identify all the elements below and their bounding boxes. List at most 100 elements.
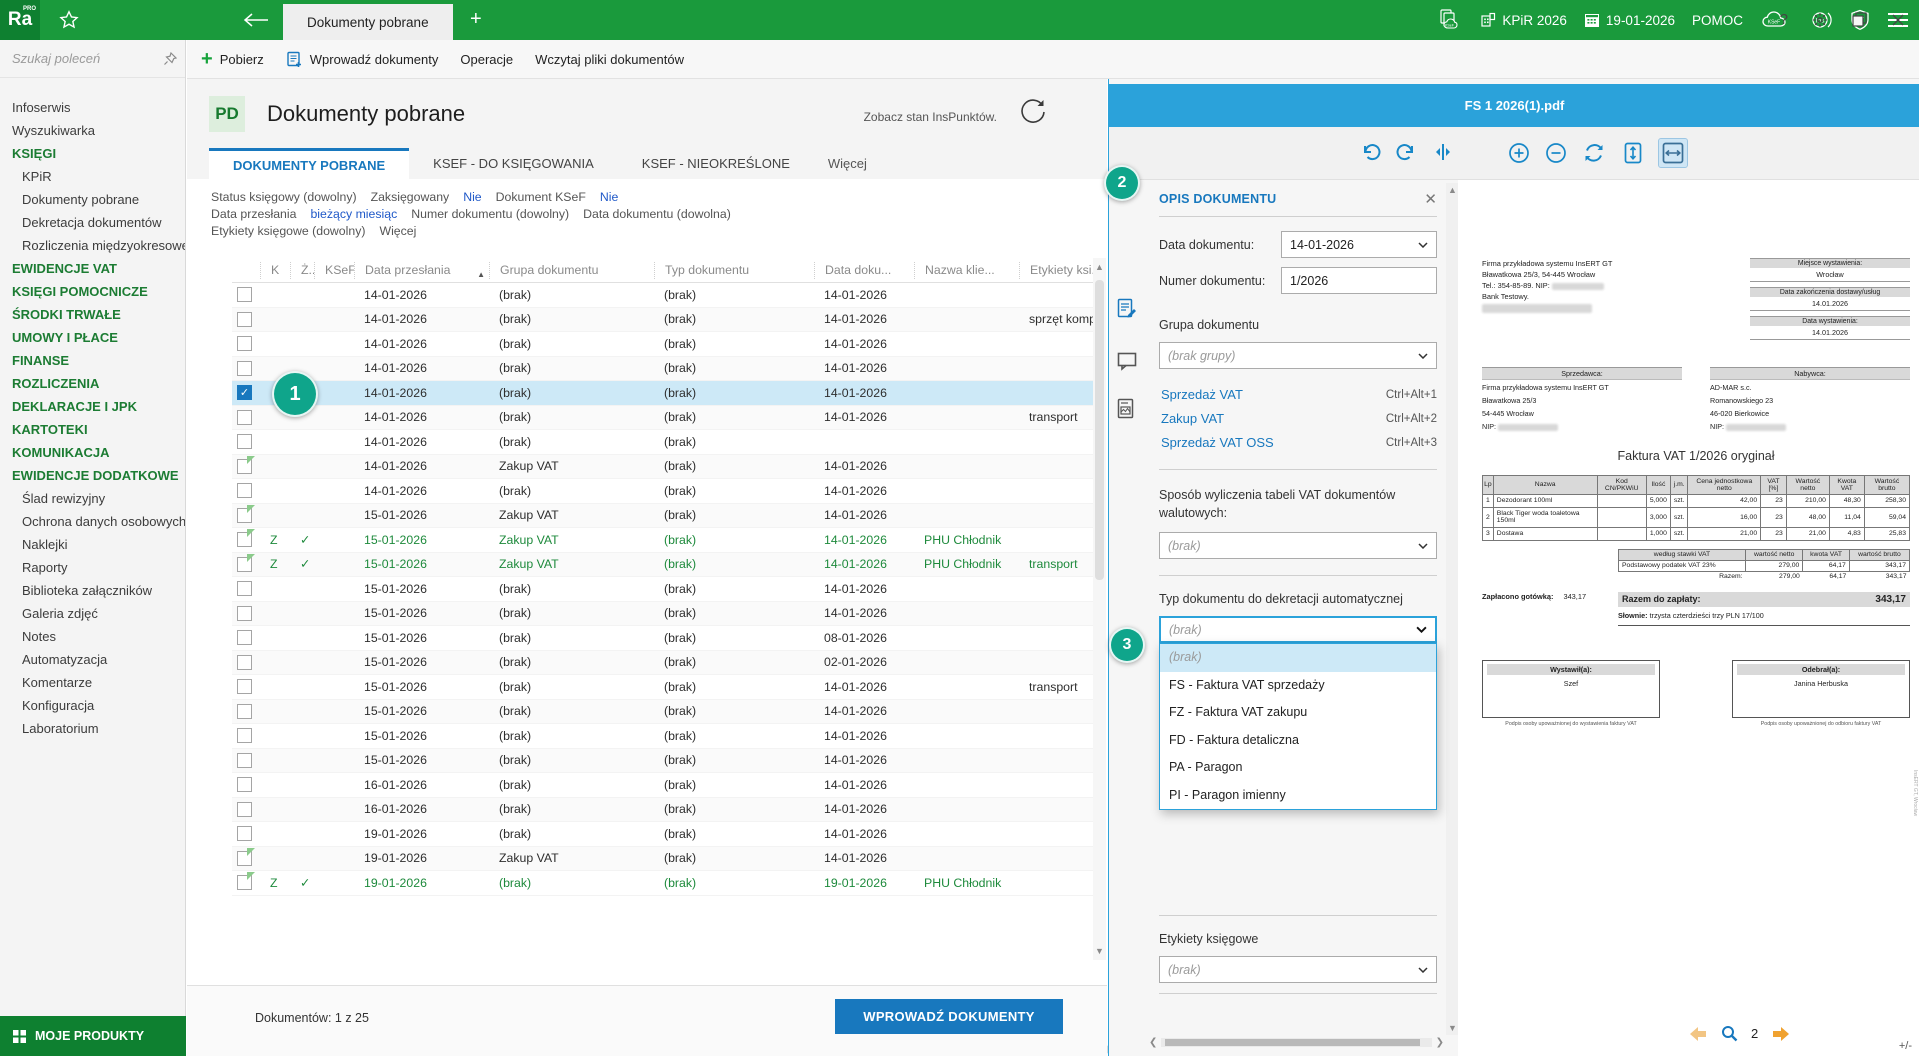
group-link[interactable]: Sprzedaż VAT (1161, 383, 1243, 407)
sidebar-item-komentarze[interactable]: Komentarze (12, 671, 185, 694)
sidebar-item-naklejki[interactable]: Naklejki (12, 533, 185, 556)
table-row[interactable]: 14-01-2026(brak)(brak)14-01-2026 (232, 357, 1094, 382)
enter-documents-primary-button[interactable]: WPROWADŹ DOKUMENTY (835, 999, 1063, 1034)
sidebar-item-umowy-i-płace[interactable]: UMOWY I PŁACE (12, 326, 185, 349)
group-combo[interactable]: (brak grupy) (1159, 342, 1437, 369)
sidebar-item-automatyzacja[interactable]: Automatyzacja (12, 648, 185, 671)
restore-window-icon[interactable] (1852, 12, 1867, 27)
work-date-menu[interactable]: 19-01-2026 (1584, 12, 1675, 28)
table-row[interactable]: 19-01-2026Zakup VAT(brak)14-01-2026 (232, 847, 1094, 872)
ledger-labels-combo[interactable]: (brak) (1159, 956, 1437, 983)
next-page-icon[interactable] (1771, 1027, 1789, 1041)
form-horizontal-scrollbar[interactable]: ❮❯ (1149, 1036, 1444, 1049)
table-row[interactable]: 15-01-2026Zakup VAT(brak)14-01-2026 (232, 504, 1094, 529)
document-tab[interactable]: Dokumenty pobrane (283, 4, 453, 40)
sidebar-item-komunikacja[interactable]: KOMUNIKACJA (12, 441, 185, 464)
table-row[interactable]: 19-01-2026(brak)(brak)14-01-2026 (232, 822, 1094, 847)
page-search-icon[interactable] (1721, 1025, 1738, 1042)
sidebar-item-ślad-rewizyjny[interactable]: Ślad rewizyjny (12, 487, 185, 510)
enter-documents-button[interactable]: Wprowadź dokumenty (286, 51, 439, 68)
table-row[interactable]: 14-01-2026Zakup VAT(brak)14-01-2026 (232, 455, 1094, 480)
company-menu[interactable]: KPiR 2026 (1480, 12, 1567, 28)
document-date-combo[interactable]: 14-01-2026 (1281, 231, 1437, 258)
sidebar-item-rozliczenia[interactable]: ROZLICZENIA (12, 372, 185, 395)
my-products-bar[interactable]: MOJE PRODUKTY (0, 1016, 186, 1056)
fit-width-icon[interactable] (1659, 139, 1687, 167)
favorites-star-icon[interactable] (58, 9, 80, 31)
row-checkbox[interactable] (237, 753, 252, 768)
filter-chip[interactable]: Data dokumentu (dowolna) (583, 207, 731, 221)
group-link[interactable]: Sprzedaż VAT OSS (1161, 431, 1274, 455)
previous-page-icon[interactable] (1690, 1027, 1708, 1041)
vat-calc-combo[interactable]: (brak) (1159, 532, 1437, 559)
row-checkbox[interactable] (237, 581, 252, 596)
redo-icon[interactable] (1396, 141, 1418, 163)
table-row[interactable]: 14-01-2026(brak)(brak)14-01-2026 (232, 332, 1094, 357)
inspoints-status-link[interactable]: Zobacz stan InsPunktów. (864, 110, 997, 124)
row-checkbox[interactable] (237, 630, 252, 645)
row-checkbox[interactable] (237, 483, 252, 498)
column-header[interactable]: Typ dokumentu (654, 262, 814, 279)
filter-chip[interactable]: Status księgowy (dowolny) (211, 190, 357, 204)
row-checkbox[interactable] (237, 410, 252, 425)
sidebar-item-księgi[interactable]: KSIĘGI (12, 142, 185, 165)
document-number-input[interactable]: 1/2026 (1281, 267, 1437, 294)
help-menu[interactable]: POMOC (1692, 13, 1743, 28)
sidebar-item-dekretacja-dokumentów[interactable]: Dekretacja dokumentów (12, 211, 185, 234)
ksef-documents-icon[interactable]: KSeF (1435, 8, 1463, 32)
sidebar-item-kartoteki[interactable]: KARTOTEKI (12, 418, 185, 441)
document-description-icon[interactable] (1117, 298, 1137, 320)
row-checkbox[interactable] (237, 336, 252, 351)
sidebar-item-księgi-pomocnicze[interactable]: KSIĘGI POMOCNICZE (12, 280, 185, 303)
column-header[interactable]: Nazwa klie... (914, 262, 1019, 279)
sidebar-item-finanse[interactable]: FINANSE (12, 349, 185, 372)
filter-chip[interactable]: bieżący miesiąc (310, 207, 397, 221)
sidebar-item-ochrona-danych-osobowych[interactable]: Ochrona danych osobowych (12, 510, 185, 533)
sidebar-item-ewidencje-dodatkowe[interactable]: EWIDENCJE DODATKOWE (12, 464, 185, 487)
column-header[interactable]: Etykiety ksi... (1019, 262, 1094, 279)
table-row[interactable]: 15-01-2026(brak)(brak)14-01-2026 (232, 749, 1094, 774)
table-row[interactable]: 15-01-2026(brak)(brak)14-01-2026 (232, 700, 1094, 725)
table-row[interactable]: 15-01-2026(brak)(brak)14-01-2026transpor… (232, 675, 1094, 700)
row-checkbox[interactable] (237, 826, 252, 841)
column-header[interactable]: Grupa dokumentu (489, 262, 654, 279)
undo-icon[interactable] (1359, 141, 1381, 163)
sidebar-item-wyszukiwarka[interactable]: Wyszukiwarka (12, 119, 185, 142)
sidebar-item-raporty[interactable]: Raporty (12, 556, 185, 579)
table-row[interactable]: 16-01-2026(brak)(brak)14-01-2026 (232, 773, 1094, 798)
command-search[interactable]: Szukaj poleceń (0, 40, 185, 78)
sidebar-item-biblioteka-załączników[interactable]: Biblioteka załączników (12, 579, 185, 602)
app-logo[interactable]: RaPRO (0, 0, 40, 40)
sidebar-item-dokumenty-pobrane[interactable]: Dokumenty pobrane (12, 188, 185, 211)
new-tab-button[interactable]: + (462, 8, 490, 31)
table-row[interactable]: 16-01-2026(brak)(brak)14-01-2026 (232, 798, 1094, 823)
close-window-icon[interactable] (1891, 13, 1905, 27)
sidebar-item-notes[interactable]: Notes (12, 625, 185, 648)
table-row[interactable]: Z✓15-01-2026Zakup VAT(brak)14-01-2026PHU… (232, 553, 1094, 578)
zoom-in-icon[interactable] (1507, 141, 1531, 165)
tab-ksef-do-księgowania[interactable]: KSEF - DO KSIĘGOWANIA (409, 148, 618, 179)
row-checkbox[interactable] (237, 312, 252, 327)
sidebar-item-konfiguracja[interactable]: Konfiguracja (12, 694, 185, 717)
type-combo[interactable]: (brak) (1159, 616, 1437, 643)
row-checkbox[interactable] (237, 361, 252, 376)
sidebar-item-infoserwis[interactable]: Infoserwis (12, 96, 185, 119)
sidebar-item-laboratorium[interactable]: Laboratorium (12, 717, 185, 740)
settings-gear-icon[interactable] (1812, 12, 1828, 28)
row-checkbox[interactable] (237, 802, 252, 817)
row-checkbox[interactable] (237, 655, 252, 670)
filter-chip[interactable]: Więcej (379, 224, 416, 238)
row-checkbox[interactable] (237, 728, 252, 743)
filter-chip[interactable]: Numer dokumentu (dowolny) (411, 207, 569, 221)
sidebar-item-rozliczenia-międzyokresowe[interactable]: Rozliczenia międzyokresowe (12, 234, 185, 257)
filter-chip[interactable]: Nie (463, 190, 481, 204)
row-checkbox[interactable] (237, 679, 252, 694)
sort-asc-icon[interactable]: ▲ (477, 266, 485, 279)
table-row[interactable]: Z✓15-01-2026Zakup VAT(brak)14-01-2026PHU… (232, 528, 1094, 553)
tab-dokumenty-pobrane[interactable]: DOKUMENTY POBRANE (209, 148, 409, 179)
select-all-header[interactable] (232, 262, 260, 279)
table-row[interactable]: Z✓19-01-2026(brak)(brak)19-01-2026PHU Ch… (232, 871, 1094, 896)
split-view-icon[interactable] (1433, 142, 1453, 162)
column-header[interactable]: Data doku... (814, 262, 914, 279)
comments-icon[interactable] (1117, 352, 1137, 371)
